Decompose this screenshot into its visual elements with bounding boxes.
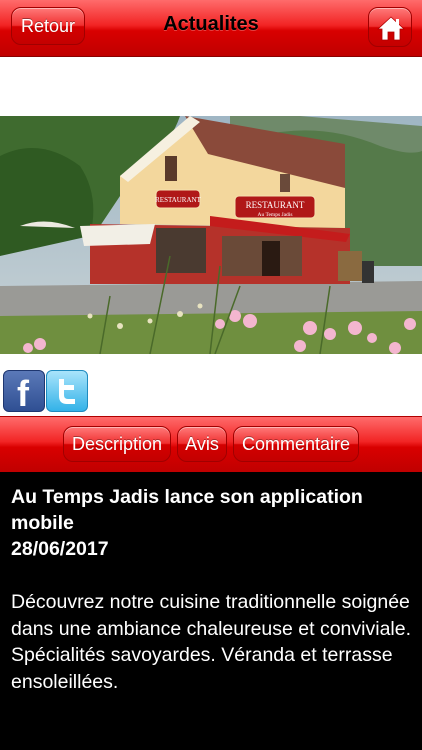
back-button[interactable]: Retour [11, 7, 85, 45]
home-button[interactable] [368, 7, 412, 47]
spacer [0, 57, 422, 116]
article-title: Au Temps Jadis lance son application mob… [11, 486, 363, 534]
article-date: 28/06/2017 [11, 538, 109, 560]
page-title: Actualites [163, 13, 259, 35]
app-screen: Retour Actualites RESTAURANT RESTAURANT … [0, 0, 422, 750]
sign-text-sub: Au Temps Jadis [258, 212, 293, 218]
facebook-icon: f [17, 373, 29, 412]
tab-commentaire[interactable]: Commentaire [233, 426, 359, 462]
tab-description[interactable]: Description [63, 426, 171, 462]
sign-text-left: RESTAURANT [155, 196, 201, 204]
tab-avis[interactable]: Avis [177, 426, 227, 462]
twitter-icon [59, 379, 75, 404]
sign-text-main: RESTAURANT [246, 200, 305, 210]
article-body: Découvrez notre cuisine traditionnelle s… [11, 591, 412, 693]
navigation-bar: Retour Actualites [0, 0, 422, 57]
twitter-button[interactable] [46, 370, 88, 412]
facebook-button[interactable]: f [3, 370, 45, 412]
restaurant-photo: RESTAURANT RESTAURANT Au Temps Jadis [0, 116, 422, 354]
home-icon [377, 16, 405, 41]
